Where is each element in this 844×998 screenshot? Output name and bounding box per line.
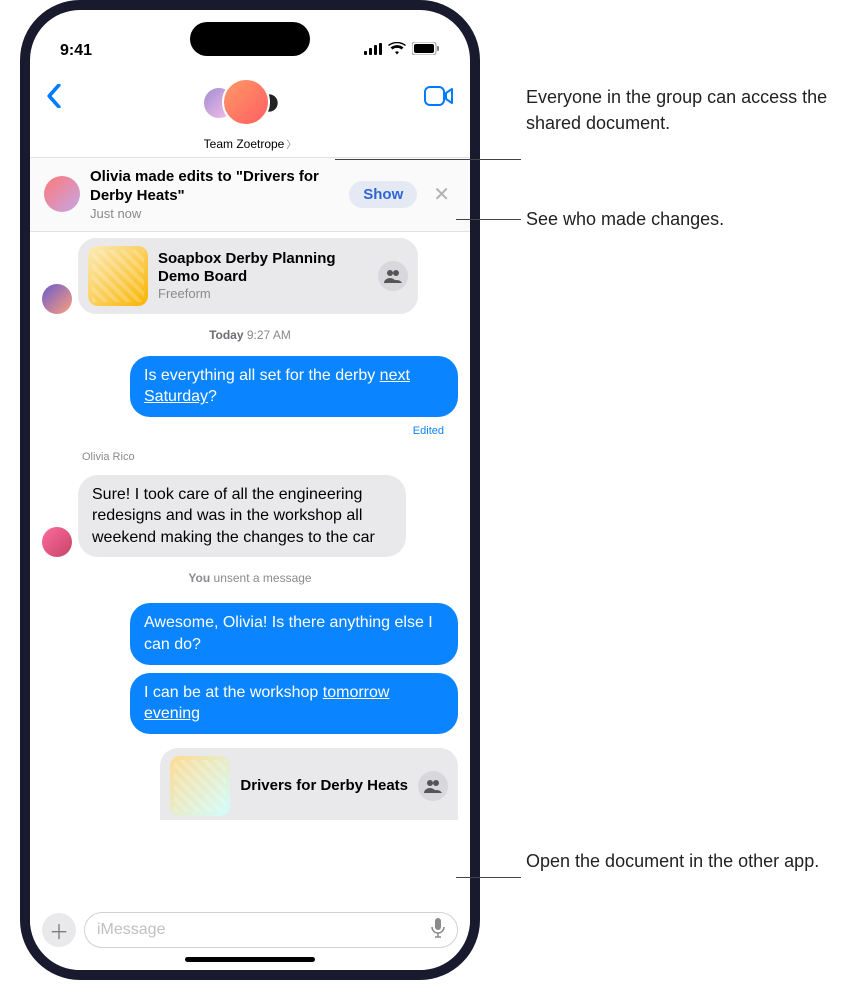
collaboration-icon[interactable] xyxy=(378,261,408,291)
sender-name-label: Olivia Rico xyxy=(42,451,458,463)
sent-message-bubble[interactable]: Awesome, Olivia! Is there anything else … xyxy=(130,603,458,664)
sender-avatar[interactable] xyxy=(42,284,72,314)
banner-title: Olivia made edits to "Drivers for Derby … xyxy=(90,168,339,206)
callout-line xyxy=(456,877,521,878)
banner-text: Olivia made edits to "Drivers for Derby … xyxy=(90,168,339,221)
activity-banner: Olivia made edits to "Drivers for Derby … xyxy=(30,157,470,232)
collaboration-icon[interactable] xyxy=(418,771,448,801)
add-attachment-button[interactable]: ＋ xyxy=(42,913,76,947)
message-list[interactable]: Soapbox Derby Planning Demo Board Freefo… xyxy=(30,232,470,905)
status-time: 9:41 xyxy=(60,42,92,60)
shared-document-card[interactable]: Drivers for Derby Heats xyxy=(160,748,458,820)
back-button[interactable] xyxy=(42,78,62,116)
edited-label: Edited xyxy=(42,425,458,437)
wifi-icon xyxy=(388,42,406,60)
callout-line xyxy=(456,219,521,220)
nav-header: Team Zoetrope〉 xyxy=(30,78,470,157)
document-thumbnail xyxy=(88,246,148,306)
sent-message-bubble[interactable]: I can be at the workshop tomorrow evenin… xyxy=(130,673,458,734)
group-avatar[interactable] xyxy=(198,78,288,138)
timestamp-label: Today 9:27 AM xyxy=(42,328,458,342)
cellular-icon xyxy=(364,42,382,60)
document-title: Soapbox Derby Planning Demo Board xyxy=(158,250,368,286)
dictation-icon[interactable] xyxy=(431,918,445,943)
callout-line xyxy=(335,159,521,160)
input-placeholder: iMessage xyxy=(97,921,165,939)
system-message: You unsent a message xyxy=(42,571,458,585)
message-input[interactable]: iMessage xyxy=(84,912,458,948)
group-member-avatar xyxy=(222,78,270,126)
show-button[interactable]: Show xyxy=(349,181,417,208)
callout-text: See who made changes. xyxy=(526,206,724,232)
received-message-bubble[interactable]: Sure! I took care of all the engineering… xyxy=(78,475,406,558)
sent-message-bubble[interactable]: Is everything all set for the derby next… xyxy=(130,356,458,417)
facetime-button[interactable] xyxy=(424,78,458,111)
sender-avatar[interactable] xyxy=(42,527,72,557)
phone-frame: 9:41 xyxy=(20,0,480,980)
shared-document-card[interactable]: Soapbox Derby Planning Demo Board Freefo… xyxy=(78,238,418,314)
group-name-button[interactable]: Team Zoetrope〉 xyxy=(42,136,458,151)
battery-icon xyxy=(412,42,440,60)
document-title: Drivers for Derby Heats xyxy=(240,777,408,795)
banner-timestamp: Just now xyxy=(90,206,339,221)
close-banner-button[interactable]: ✕ xyxy=(427,178,456,211)
home-indicator[interactable] xyxy=(185,957,315,962)
document-app: Freeform xyxy=(158,286,368,301)
dynamic-island xyxy=(190,22,310,56)
group-name: Team Zoetrope xyxy=(204,137,285,151)
callout-text: Everyone in the group can access the sha… xyxy=(526,84,844,136)
document-thumbnail xyxy=(170,756,230,816)
banner-avatar xyxy=(44,176,80,212)
chevron-right-icon: 〉 xyxy=(286,140,296,151)
phone-screen: 9:41 xyxy=(30,10,470,970)
callout-text: Open the document in the other app. xyxy=(526,848,819,874)
status-indicators xyxy=(364,42,440,60)
